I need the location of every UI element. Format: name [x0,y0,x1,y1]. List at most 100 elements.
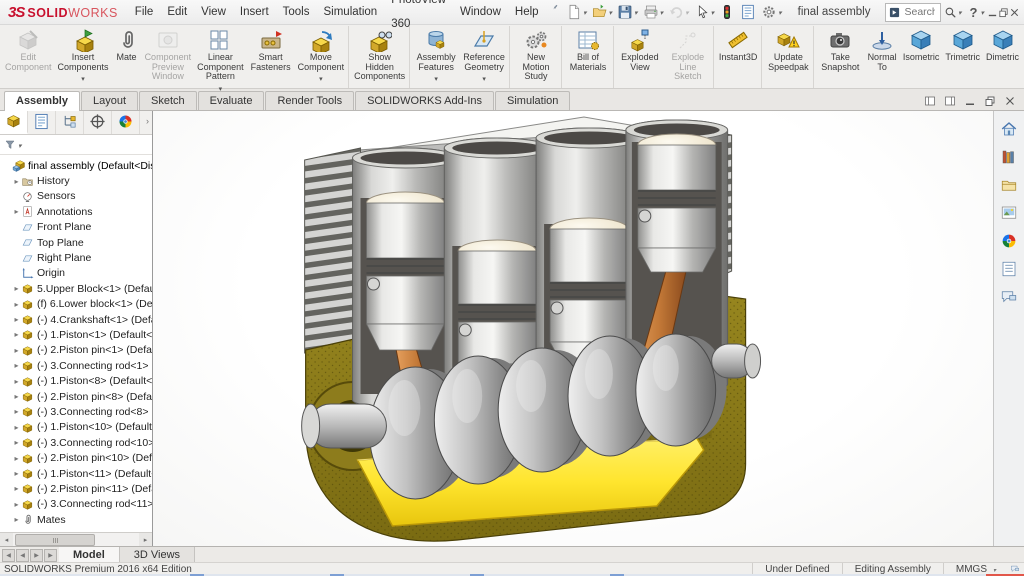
search-button[interactable] [941,2,965,22]
fm-tab-design-tree[interactable] [0,108,28,134]
crankshaft-end-right[interactable] [712,344,761,378]
expand-arrow-icon[interactable]: ▸ [12,515,21,524]
scroll-left-arrow-icon[interactable]: ◂ [0,533,13,546]
command-button[interactable]: Instant3D [713,26,761,88]
expand-arrow-icon[interactable]: ▸ [12,315,21,324]
dropdown-caret-icon[interactable] [659,6,664,18]
tree-item[interactable]: ▸ (-) 2.Piston pin<1> (Default<< [0,343,152,358]
task-pane-forum[interactable] [996,284,1022,309]
tree-item[interactable]: final assembly (Default<Display St [0,158,152,173]
tree-item[interactable]: ▸ (-) 2.Piston pin<10> (Default< [0,450,152,465]
dropdown-caret-icon[interactable] [987,564,996,575]
task-pane-design-library[interactable] [996,144,1022,169]
tree-item[interactable]: ▸ (-) 2.Piston pin<11> (Default< [0,481,152,496]
search-scope-icon[interactable] [889,7,900,18]
expand-arrow-icon[interactable]: ▸ [12,454,21,463]
options-button[interactable] [759,2,784,22]
expand-arrow-icon[interactable]: ▸ [12,438,21,447]
help-button[interactable]: ? [965,2,987,22]
fm-tab-configuration-manager[interactable] [56,108,84,134]
task-pane-appearances[interactable] [996,228,1022,253]
fm-tab-dimxpert[interactable] [84,108,112,134]
expand-arrow-icon[interactable]: ▸ [12,407,21,416]
restore-button[interactable] [998,3,1009,21]
task-pane-file-explorer[interactable] [996,172,1022,197]
tree-item[interactable]: ▸ (-) 3.Connecting rod<10> (Defa [0,435,152,450]
expand-arrow-icon[interactable]: ▸ [12,330,21,339]
tree-item[interactable]: ▸ History [0,173,152,188]
dropdown-caret-icon[interactable] [219,82,223,89]
pin-menu-icon[interactable] [552,4,558,20]
dropdown-caret-icon[interactable] [777,6,782,18]
doc-minimize-icon[interactable] [964,95,976,107]
next-tab-button[interactable]: ▶ [30,549,43,562]
command-button[interactable]: Component Preview Window [142,26,195,88]
doc-restore-icon[interactable] [984,95,996,107]
tab-addins[interactable]: SOLIDWORKS Add-Ins [355,91,494,110]
tab-render-tools[interactable]: Render Tools [265,91,354,110]
command-button[interactable]: Edit Component [2,26,55,88]
dropdown-caret-icon[interactable] [434,72,438,79]
expand-arrow-icon[interactable]: ▸ [12,346,21,355]
task-pane-custom-properties[interactable] [996,256,1022,281]
menu-view[interactable]: View [194,0,233,24]
doc-close-icon[interactable] [1004,95,1016,107]
task-pane-home[interactable] [996,116,1022,141]
tree-item[interactable]: ▸ (-) 4.Crankshaft<1> (Default<< [0,312,152,327]
task-pane-view-palette[interactable] [996,200,1022,225]
tree-item[interactable]: Sensors [0,189,152,204]
piston-pin-boss[interactable] [367,278,379,290]
expand-arrow-icon[interactable]: ▸ [12,300,21,309]
expand-arrow-icon[interactable]: ▸ [12,377,21,386]
tree-item[interactable]: ▸ Annotations [0,204,152,219]
tree-item[interactable]: ▸ 5.Upper Block<1> (Default<<D [0,281,152,296]
command-button[interactable]: Dimetric [983,26,1022,88]
command-button[interactable]: Update Speedpak [761,26,812,88]
expand-arrow-icon[interactable]: ▸ [12,392,21,401]
tree-horizontal-scrollbar[interactable]: ◂ ▸ [0,532,152,546]
rebuild-button[interactable] [717,2,737,22]
tab-simulation[interactable]: Simulation [495,91,570,110]
undo-button[interactable] [666,2,691,22]
command-button[interactable]: Move Component [295,26,348,88]
tree-item[interactable]: Right Plane [0,250,152,265]
expand-arrow-icon[interactable]: ▸ [12,284,21,293]
expand-arrow-icon[interactable]: ▸ [12,423,21,432]
dropdown-caret-icon[interactable] [81,72,85,79]
tree-item[interactable]: Front Plane [0,220,152,235]
command-button[interactable]: Take Snapshot [813,26,864,88]
tree-item[interactable]: Origin [0,266,152,281]
piston-pin-boss[interactable] [639,210,651,222]
graphics-area[interactable] [153,108,993,546]
expand-arrow-icon[interactable]: ▸ [12,500,21,509]
last-tab-button[interactable]: ▶ [44,549,57,562]
tab-sketch[interactable]: Sketch [139,91,197,110]
command-button[interactable]: Insert Components [55,26,112,88]
engine-assembly-graphic[interactable] [153,108,993,546]
expand-arrow-icon[interactable]: ▸ [12,177,21,186]
menu-file[interactable]: File [128,0,161,24]
expand-arrow-icon[interactable]: ▸ [12,361,21,370]
command-button[interactable]: Normal To [864,26,900,88]
split-pane-left-icon[interactable] [924,95,936,107]
scrollbar-track[interactable] [13,533,139,546]
piston-pin-boss[interactable] [459,324,471,336]
command-button[interactable]: Linear Component Pattern [194,26,247,88]
expand-arrow-icon[interactable]: ▸ [12,484,21,493]
dropdown-caret-icon[interactable] [482,72,486,79]
menu-edit[interactable]: Edit [160,0,194,24]
select-button[interactable] [692,2,717,22]
tab-evaluate[interactable]: Evaluate [198,91,265,110]
command-button[interactable]: Smart Fasteners [247,26,295,88]
command-button[interactable]: Isometric [900,26,943,88]
tab-layout[interactable]: Layout [81,91,138,110]
menu-insert[interactable]: Insert [233,0,276,24]
dropdown-caret-icon[interactable] [957,6,962,18]
tree-item[interactable]: ▸ (f) 6.Lower block<1> (Default< [0,297,152,312]
panel-flyout-chevron-icon[interactable]: › [140,108,152,134]
tree-item[interactable]: ▸ (-) 3.Connecting rod<11> (Defa [0,497,152,512]
scrollbar-thumb[interactable] [15,534,95,546]
model-tab[interactable]: Model [59,547,120,563]
expand-arrow-icon[interactable]: ▸ [12,469,21,478]
save-button[interactable] [615,2,640,22]
